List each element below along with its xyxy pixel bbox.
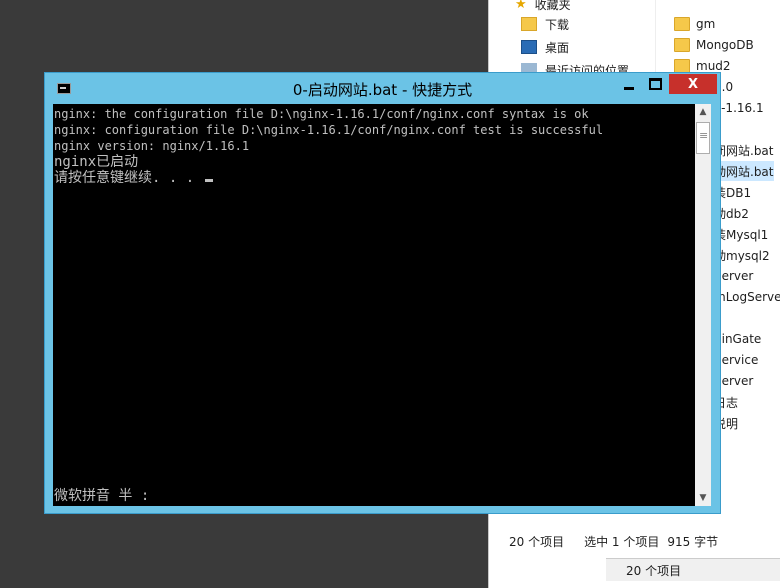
file-item[interactable]: 动mysql2 [714, 245, 770, 265]
file-name: mLogServer [714, 290, 780, 304]
minimize-button[interactable] [616, 74, 642, 94]
file-item-selected[interactable]: 动网站.bat [714, 161, 774, 181]
ime-status: 微软拼音 半 : [54, 488, 150, 504]
file-name: 动网站.bat [714, 164, 774, 179]
scroll-down-arrow-icon[interactable]: ▼ [695, 490, 711, 506]
console-line: nginx已启动 [54, 154, 139, 170]
nav-item-favorites[interactable]: ★ 收藏夹 [515, 0, 571, 14]
file-name: mud2 [696, 59, 731, 73]
file-item[interactable]: mLogServer [714, 287, 780, 307]
console-prompt-text: 请按任意键继续. . . [54, 170, 203, 186]
console-prompt-line: 请按任意键继续. . . [54, 170, 213, 186]
scroll-thumb[interactable] [696, 122, 710, 154]
title-bar[interactable]: 0-启动网站.bat - 快捷方式 X [45, 73, 720, 103]
nav-item-desktop[interactable]: 桌面 [521, 37, 569, 57]
vertical-scrollbar[interactable]: ▲ ▼ [695, 104, 711, 506]
folder-icon [674, 38, 690, 52]
explorer-status-bar: 20 个项目 选中 1 个项目 915 字节 [489, 528, 780, 554]
console-line: nginx: configuration file D:\nginx-1.16.… [54, 123, 604, 137]
nav-item-label: 桌面 [545, 40, 570, 55]
console-output[interactable]: nginx: the configuration file D:\nginx-1… [53, 104, 695, 506]
second-explorer-status-bar: 20 个项目 [606, 558, 780, 581]
console-line: nginx: the configuration file D:\nginx-1… [54, 107, 589, 121]
maximize-button[interactable] [642, 74, 668, 94]
desktop-icon [521, 40, 537, 54]
status-item-count: 20 个项目 [626, 563, 682, 578]
folder-icon [674, 17, 690, 31]
file-item[interactable]: MongoDB [674, 35, 754, 55]
console-line: nginx version: nginx/1.16.1 [54, 139, 250, 153]
nav-item-downloads[interactable]: 下载 [521, 14, 569, 34]
console-window: 0-启动网站.bat - 快捷方式 X nginx: the configura… [44, 72, 721, 514]
file-name: x-1.16.1 [714, 101, 764, 115]
file-item[interactable]: 闭网站.bat [714, 140, 774, 160]
folder-icon [674, 59, 690, 73]
file-name: 闭网站.bat [714, 143, 774, 158]
scroll-up-arrow-icon[interactable]: ▲ [695, 104, 711, 120]
file-item[interactable]: 装Mysql1 [714, 224, 768, 244]
file-name: ginGate [714, 332, 762, 346]
file-item[interactable]: gm [674, 14, 715, 34]
file-item[interactable]: ginGate [714, 329, 761, 349]
file-name: 装Mysql1 [714, 227, 769, 242]
download-folder-icon [521, 17, 537, 31]
file-name: 动mysql2 [714, 248, 770, 263]
status-selected: 选中 1 个项目 [584, 534, 660, 549]
file-name: gm [696, 17, 716, 31]
nav-item-label: 收藏夹 [534, 0, 571, 12]
file-item[interactable]: x-1.16.1 [714, 98, 764, 118]
file-name: MongoDB [696, 38, 754, 52]
status-item-count: 20 个项目 [509, 534, 565, 549]
text-cursor [204, 179, 213, 182]
close-button[interactable]: X [669, 74, 717, 94]
status-size: 915 字节 [667, 534, 719, 549]
star-icon: ★ [515, 0, 527, 12]
nav-item-label: 下载 [545, 17, 570, 32]
